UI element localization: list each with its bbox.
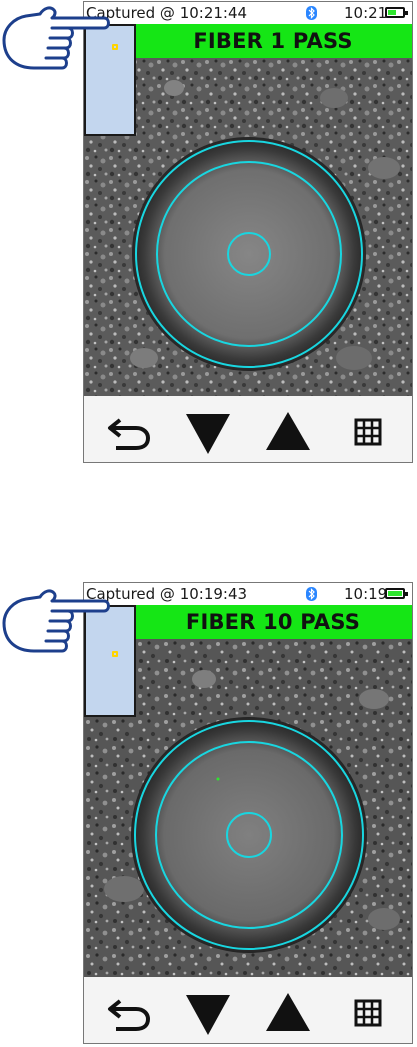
bluetooth-icon xyxy=(306,587,317,601)
status-bar: Captured @ 10:21:44 10:21 xyxy=(84,2,412,24)
pass-banner: FIBER 1 PASS xyxy=(134,24,412,58)
previous-fiber-button[interactable] xyxy=(182,987,234,1039)
fiber-marker xyxy=(112,651,118,657)
battery-icon xyxy=(385,7,408,18)
triangle-down-icon xyxy=(186,414,230,454)
back-button[interactable] xyxy=(104,406,156,458)
triangle-down-icon xyxy=(186,995,230,1035)
previous-fiber-button[interactable] xyxy=(182,406,234,458)
grid-icon xyxy=(354,999,382,1027)
back-button[interactable] xyxy=(104,987,156,1039)
grid-icon xyxy=(354,418,382,446)
next-fiber-button[interactable] xyxy=(262,406,314,458)
triangle-up-icon xyxy=(266,993,310,1031)
defect-marker xyxy=(216,777,220,781)
grid-view-button[interactable] xyxy=(342,987,394,1039)
bottom-toolbar xyxy=(84,396,412,462)
back-arrow-icon xyxy=(108,418,151,450)
next-fiber-button[interactable] xyxy=(262,987,314,1039)
triangle-up-icon xyxy=(266,412,310,450)
clock: 10:19 xyxy=(344,585,388,603)
clock: 10:21 xyxy=(344,4,388,22)
battery-icon xyxy=(385,588,408,599)
inspection-screen-2: Captured @ 10:19:43 10:19 FIBER 10 PASS xyxy=(83,582,413,1044)
pointing-hand-icon xyxy=(2,6,110,70)
fiber-marker xyxy=(112,44,118,50)
back-arrow-icon xyxy=(108,999,151,1031)
grid-view-button[interactable] xyxy=(342,406,394,458)
pointing-hand-icon xyxy=(2,589,110,653)
bottom-toolbar xyxy=(84,977,412,1043)
pass-banner: FIBER 10 PASS xyxy=(134,605,412,639)
bluetooth-icon xyxy=(306,6,317,20)
status-bar: Captured @ 10:19:43 10:19 xyxy=(84,583,412,605)
inspection-screen-1: Captured @ 10:21:44 10:21 FIBER 1 PASS xyxy=(83,1,413,463)
